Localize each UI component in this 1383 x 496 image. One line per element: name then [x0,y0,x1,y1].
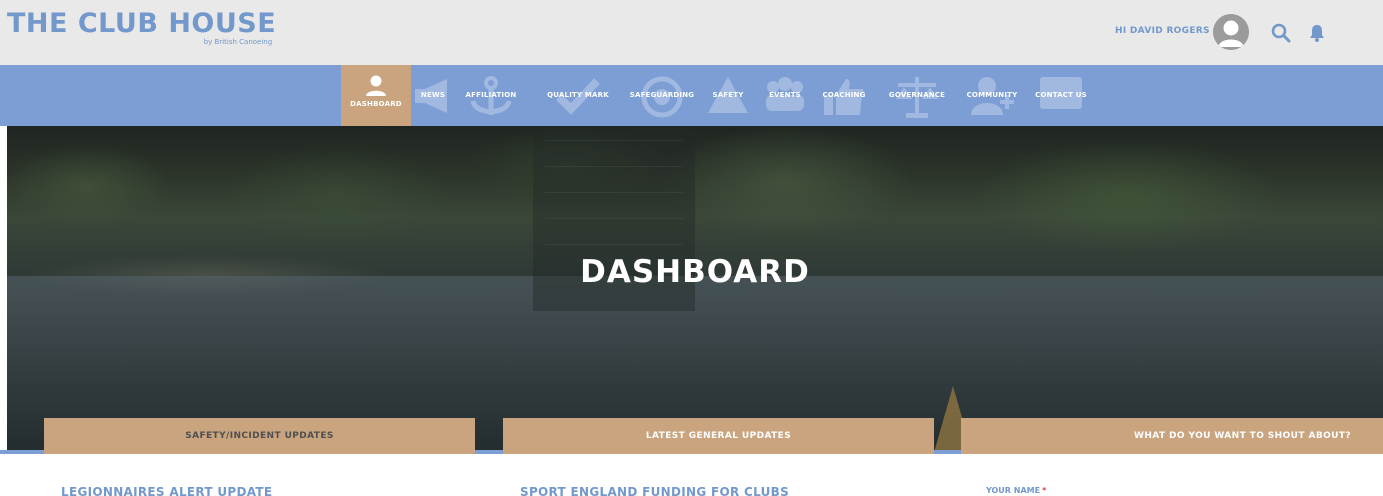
avatar-icon[interactable] [1213,14,1249,50]
nav-item-governance[interactable]: GOVERNANCE [881,65,953,126]
nav-item-safety[interactable]: SAFETY [706,65,750,126]
shout-about-card: WHAT DO YOU WANT TO SHOUT ABOUT? YOUR NA… [961,418,1383,496]
nav-label-affiliation: AFFILIATION [465,91,517,99]
shout-about-header: WHAT DO YOU WANT TO SHOUT ABOUT? [961,418,1383,454]
nav-label-community: COMMUNITY [966,91,1018,99]
your-name-label: YOUR NAME * [986,486,1046,495]
safety-updates-card: SAFETY/INCIDENT UPDATES LEGIONNAIRES ALE… [44,418,475,496]
nav-label-safeguarding: SAFEGUARDING [629,91,695,99]
safety-updates-header: SAFETY/INCIDENT UPDATES [44,418,475,454]
anchor-icon [469,75,513,123]
hero-banner: DASHBOARD [7,126,1383,450]
site-logo[interactable]: THE CLUB HOUSE by British Canoeing [7,8,277,47]
nav-label-contact-us: CONTACT US [1035,91,1087,99]
search-icon[interactable] [1270,22,1292,44]
required-asterisk: * [1042,486,1047,495]
general-updates-card: LATEST GENERAL UPDATES SPORT ENGLAND FUN… [503,418,934,496]
nav-label-dashboard: DASHBOARD [350,100,402,108]
bell-icon[interactable] [1306,22,1328,44]
nav-item-coaching[interactable]: COACHING [816,65,872,126]
nav-item-affiliation[interactable]: AFFILIATION [455,65,527,126]
nav-label-quality-mark: QUALITY MARK [547,91,609,99]
user-greeting[interactable]: HI DAVID ROGERS [1115,26,1210,36]
nav-label-news: NEWS [420,91,446,99]
logo-title: THE CLUB HOUSE [7,8,277,39]
nav-label-governance: GOVERNANCE [888,91,946,99]
nav-item-safeguarding[interactable]: SAFEGUARDING [623,65,701,126]
scales-icon [894,75,940,123]
nav-label-safety: SAFETY [712,91,744,99]
nav-item-community[interactable]: COMMUNITY [958,65,1026,126]
logo-subtitle: by British Canoeing [203,38,273,46]
general-updates-header: LATEST GENERAL UPDATES [503,418,934,454]
person-icon [365,74,387,102]
nav-item-dashboard[interactable]: DASHBOARD [341,65,411,126]
shield-icon [640,75,684,123]
your-name-label-text: YOUR NAME [986,486,1041,495]
general-update-title[interactable]: SPORT ENGLAND FUNDING FOR CLUBS [520,485,789,496]
thumbs-up-icon [822,75,866,123]
nav-item-contact-us[interactable]: CONTACT US [1030,65,1092,126]
safety-update-title[interactable]: LEGIONNAIRES ALERT UPDATE [61,485,272,496]
top-header: THE CLUB HOUSE by British Canoeing HI DA… [0,0,1383,65]
nav-item-events[interactable]: EVENTS [760,65,810,126]
nav-label-coaching: COACHING [822,91,866,99]
page-title: DASHBOARD [580,254,810,290]
main-nav: DASHBOARD NEWS AFFILIATION QUALITY MARK [0,65,1383,126]
hero-background-trees [7,126,1383,256]
nav-item-news[interactable]: NEWS [413,65,453,126]
nav-item-quality-mark[interactable]: QUALITY MARK [536,65,620,126]
nav-label-events: EVENTS [769,91,801,99]
